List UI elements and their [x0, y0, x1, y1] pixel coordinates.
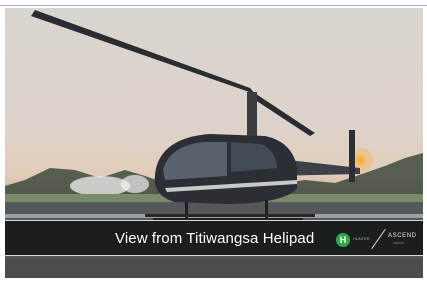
hunter-logo-text: HUNTER: [353, 236, 370, 241]
hunter-logo-icon: H: [336, 233, 350, 247]
top-border: [0, 0, 427, 6]
bottom-strip: [5, 258, 423, 278]
ascend-logo-text: ASCEND: [388, 233, 417, 239]
caption-bar: View from Titiwangsa Helipad H HUNTER AS…: [5, 220, 423, 256]
logo-divider: [371, 228, 386, 250]
ascend-logo-subtext: GROUP: [393, 241, 405, 245]
caption-title: View from Titiwangsa Helipad: [115, 230, 315, 247]
